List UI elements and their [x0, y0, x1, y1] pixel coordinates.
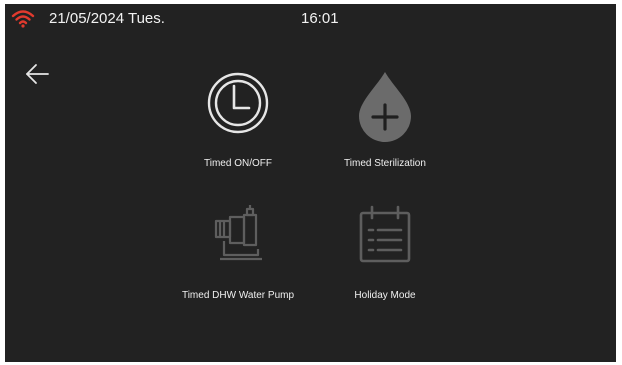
timed-onoff-label: Timed ON/OFF	[204, 158, 272, 169]
holiday-mode-button[interactable]: Holiday Mode	[300, 197, 470, 307]
status-date: 21/05/2024 Tues.	[49, 10, 165, 27]
holiday-mode-label: Holiday Mode	[354, 290, 416, 301]
back-arrow-icon	[26, 64, 49, 84]
clock-icon	[207, 72, 269, 134]
timed-sterilization-label: Timed Sterilization	[344, 158, 426, 169]
screen: 21/05/2024 Tues. 16:01 Timed ON/OFF Time…	[5, 4, 616, 362]
calendar-list-icon	[359, 205, 411, 263]
status-bar: 21/05/2024 Tues. 16:01	[5, 4, 616, 34]
status-time: 16:01	[301, 10, 339, 27]
water-pump-icon	[214, 205, 262, 261]
timed-dhw-water-pump-button[interactable]: Timed DHW Water Pump	[153, 197, 323, 307]
water-drop-plus-icon	[359, 72, 411, 142]
timed-dhw-water-pump-label: Timed DHW Water Pump	[181, 290, 295, 301]
wifi-icon	[11, 10, 35, 28]
timed-onoff-button[interactable]: Timed ON/OFF	[153, 66, 323, 176]
back-button[interactable]	[23, 59, 53, 89]
timed-sterilization-button[interactable]: Timed Sterilization	[300, 66, 470, 176]
